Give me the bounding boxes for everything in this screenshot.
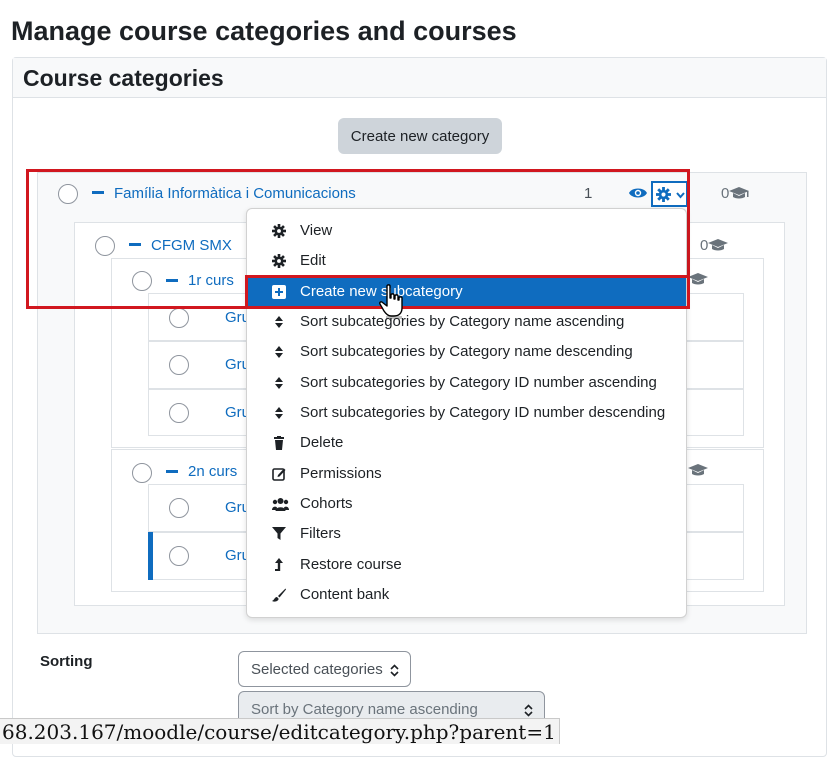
menu-item-edit[interactable]: Edit [247,246,686,276]
category-checkbox[interactable] [132,463,152,483]
selected-row-indicator [148,532,153,580]
menu-item-label: Sort subcategories by Category name desc… [300,343,633,360]
collapse-icon[interactable] [166,470,178,473]
category-checkbox[interactable] [169,355,189,375]
menu-item-sort-name-desc[interactable]: Sort subcategories by Category name desc… [247,337,686,367]
menu-item-view[interactable]: View [247,216,686,246]
gear-icon [272,224,286,238]
graduation-cap-icon [688,464,708,476]
menu-item-label: View [300,222,333,239]
menu-item-permissions[interactable]: Permissions [247,459,686,489]
status-bar-url: 68.203.167/moodle/course/editcategory.ph… [0,718,560,744]
menu-item-label: Permissions [300,465,382,482]
menu-item-label: Restore course [300,556,402,573]
category-link[interactable]: CFGM SMX [151,237,232,255]
menu-item-cohorts[interactable]: Cohorts [247,489,686,519]
hand-cursor-icon [379,284,403,319]
gear-icon [656,187,671,202]
gear-icon [272,254,286,268]
pencil-square-icon [272,468,286,481]
collapse-icon[interactable] [166,279,178,282]
sort-icon [275,407,283,419]
graduation-cap-icon [708,239,728,251]
menu-item-label: Filters [300,525,341,542]
collapse-icon[interactable] [129,243,141,246]
menu-item-content-bank[interactable]: Content bank [247,580,686,610]
panel-title: Course categories [23,65,224,91]
menu-item-label: Sort subcategories by Category ID number… [300,404,666,421]
menu-item-label: Cohorts [300,495,353,512]
sort-icon [275,316,283,328]
menu-item-label: Content bank [300,586,390,603]
plus-square-icon [272,285,286,299]
menu-item-label: Delete [300,434,344,451]
page-title: Manage course categories and courses [11,16,517,46]
category-checkbox[interactable] [95,236,115,256]
graduation-cap-icon [688,273,708,285]
actions-menu-toggle[interactable] [651,181,688,207]
trash-icon [274,436,284,450]
chevron-down-icon [676,192,685,199]
subcategory-count: 1 [584,185,593,202]
menu-item-restore-course[interactable]: Restore course [247,550,686,580]
panel-header: Course categories [13,58,826,98]
menu-item-sort-name-asc[interactable]: Sort subcategories by Category name asce… [247,307,686,337]
eye-icon[interactable] [628,186,648,200]
menu-item-label: Edit [300,252,326,269]
category-checkbox[interactable] [132,271,152,291]
chevron-updown-icon [524,704,533,717]
category-link[interactable]: Família Informàtica i Comunicacions [114,185,356,203]
category-checkbox[interactable] [169,498,189,518]
sorting-label: Sorting [40,653,93,670]
category-checkbox[interactable] [58,184,78,204]
restore-icon [275,558,283,571]
category-link[interactable]: 1r curs [188,272,234,290]
graduation-cap-icon [729,187,749,199]
select-value: Selected categories [251,661,383,678]
collapse-icon[interactable] [92,191,104,194]
category-actions-menu: View Edit Create new subcategory Sort su… [246,208,687,618]
category-checkbox[interactable] [169,546,189,566]
menu-item-sort-id-asc[interactable]: Sort subcategories by Category ID number… [247,368,686,398]
brush-icon [272,588,286,602]
filter-icon [272,527,286,540]
menu-item-create-new-subcategory[interactable]: Create new subcategory [247,277,686,307]
menu-item-delete[interactable]: Delete [247,428,686,458]
menu-item-sort-id-desc[interactable]: Sort subcategories by Category ID number… [247,398,686,428]
category-checkbox[interactable] [169,403,189,423]
sort-icon [275,377,283,389]
menu-item-label: Sort subcategories by Category name asce… [300,313,625,330]
users-icon [272,498,289,511]
category-link[interactable]: 2n curs [188,463,237,481]
sort-icon [275,346,283,358]
create-new-category-button[interactable]: Create new category [338,118,502,154]
select-value: Sort by Category name ascending [251,701,478,718]
menu-item-filters[interactable]: Filters [247,519,686,549]
chevron-updown-icon [390,664,399,677]
menu-item-label: Sort subcategories by Category ID number… [300,374,657,391]
category-checkbox[interactable] [169,308,189,328]
selected-categories-select[interactable]: Selected categories [238,651,411,687]
